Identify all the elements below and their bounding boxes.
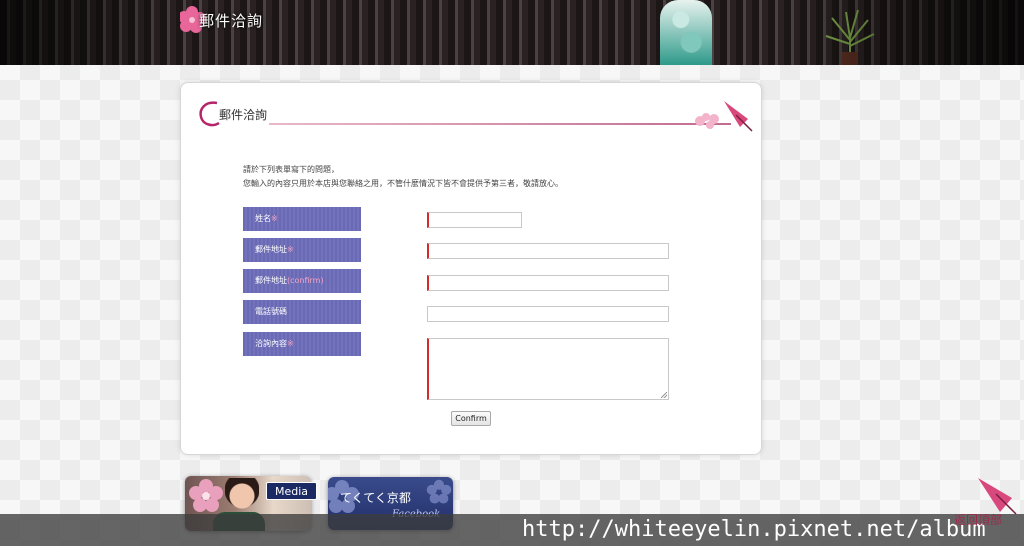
label-name: 姓名※ (243, 207, 361, 231)
inquiry-card: 郵件洽詢 請於下列表單寫下的問題， 您輸入的內容只用於本店與您聯絡之用，不管什麼… (180, 82, 762, 455)
label-phone-text: 電話號碼 (255, 307, 287, 316)
card-title: 郵件洽詢 (219, 108, 268, 122)
email-confirm-input[interactable] (427, 275, 669, 291)
back-to-top-link[interactable]: 返回頂部 (954, 511, 1002, 528)
header-shade-right (784, 0, 1024, 65)
inquiry-textarea[interactable] (427, 338, 669, 400)
umbrella-icon[interactable] (968, 472, 1018, 516)
intro-line-2: 您輸入的內容只用於本店與您聯絡之用，不管什麼情況下皆不會提供予第三者，敬請放心。 (243, 179, 563, 188)
header-banner: 郵件洽詢 (0, 0, 1024, 65)
required-mark: ※ (287, 339, 294, 348)
watermark-url: http://whiteeyelin.pixnet.net/album (522, 517, 986, 542)
umbrella-sakura-icon (695, 101, 753, 132)
label-email-confirm: 郵件地址(confirm) (243, 269, 361, 293)
sakura-icon (426, 479, 452, 504)
required-mark: ※ (287, 245, 294, 254)
label-phone: 電話號碼 (243, 300, 361, 324)
label-email-confirm-text: 郵件地址 (255, 276, 287, 285)
label-name-text: 姓名 (255, 214, 271, 223)
facebook-banner-title[interactable]: てくてく京都 (340, 489, 411, 506)
intro-line-1: 請於下列表單寫下的問題， (243, 165, 339, 174)
confirm-suffix: (confirm) (287, 276, 324, 285)
header-title: 郵件洽詢 (199, 12, 264, 30)
name-input[interactable] (427, 212, 522, 228)
confirm-button[interactable]: Confirm (451, 411, 491, 426)
label-email-text: 郵件地址 (255, 245, 287, 254)
label-email: 郵件地址※ (243, 238, 361, 262)
media-label[interactable]: Media (266, 482, 317, 500)
header-kimono-figure (660, 0, 712, 65)
resize-grip-icon[interactable] (661, 392, 667, 398)
label-inquiry-text: 洽詢內容 (255, 339, 287, 348)
sakura-icon (189, 479, 223, 512)
phone-input[interactable] (427, 306, 669, 322)
title-underline (269, 123, 731, 125)
email-input[interactable] (427, 243, 669, 259)
header-shade-left (0, 0, 180, 65)
label-inquiry: 洽詢內容※ (243, 332, 361, 356)
intro-text: 請於下列表單寫下的問題， 您輸入的內容只用於本店與您聯絡之用，不管什麼情況下皆不… (243, 163, 563, 191)
required-mark: ※ (271, 214, 278, 223)
